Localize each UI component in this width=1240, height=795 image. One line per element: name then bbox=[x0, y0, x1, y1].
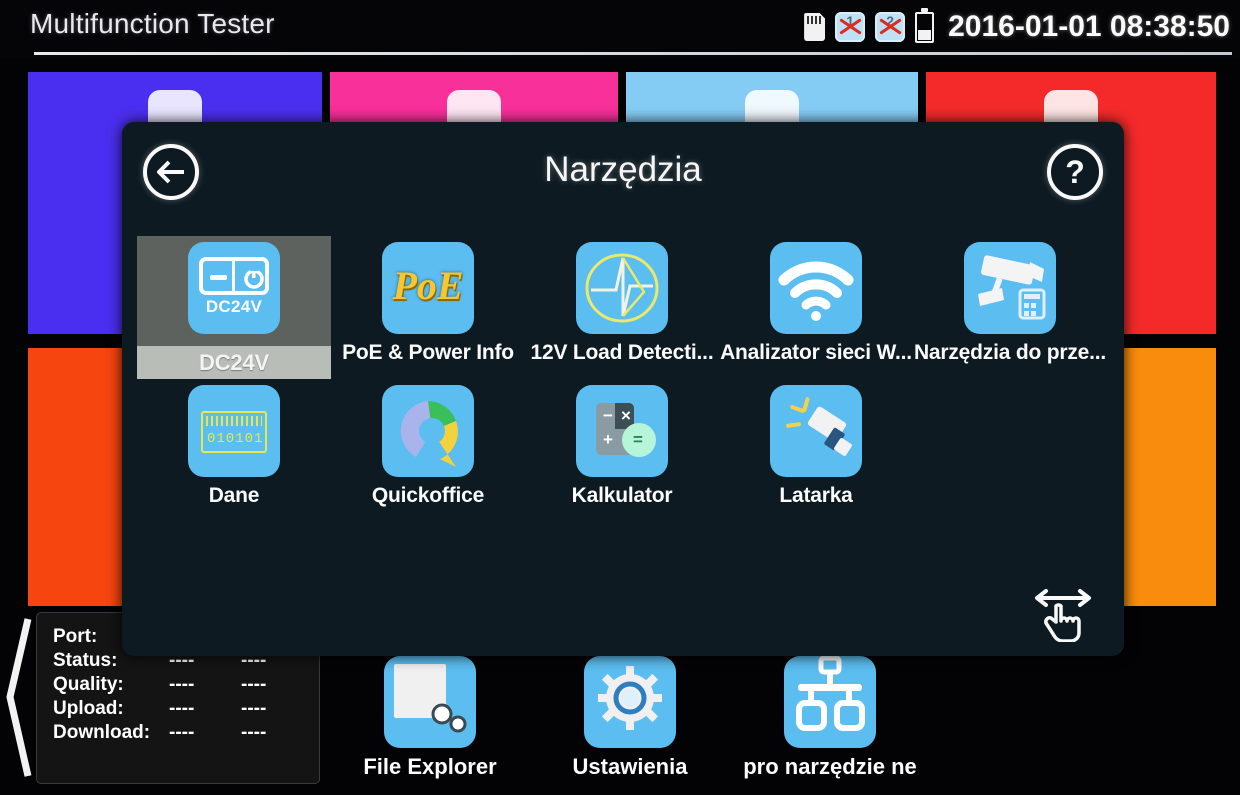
tool-item-12v-load-detection[interactable]: 12V Load Detecti... bbox=[525, 236, 719, 379]
info-row: Upload: ---- ---- bbox=[53, 697, 319, 721]
dc24v-power-icon: DC24V bbox=[188, 242, 280, 334]
load-detection-icon bbox=[576, 242, 668, 334]
tool-item-dane[interactable]: 010101 Dane bbox=[137, 379, 331, 522]
help-button[interactable]: ? bbox=[1047, 144, 1103, 200]
collapse-chevron-icon[interactable] bbox=[4, 615, 32, 780]
dc24v-icon-text: DC24V bbox=[205, 297, 263, 316]
info-value-1: ---- bbox=[169, 722, 195, 743]
quickoffice-icon bbox=[382, 385, 474, 477]
home-app-label: File Explorer bbox=[363, 754, 497, 779]
tool-item-label: PoE & Power Info bbox=[342, 341, 514, 364]
status-bar: Multifunction Tester 1 2 2016-01-01 08:3… bbox=[0, 0, 1240, 58]
poe-icon: PoE bbox=[382, 242, 474, 334]
tool-item-quickoffice[interactable]: Quickoffice bbox=[331, 379, 525, 522]
tool-item-label: Latarka bbox=[779, 484, 853, 507]
flashlight-icon bbox=[770, 385, 862, 477]
tool-item-poe-power-info[interactable]: PoE PoE & Power Info bbox=[331, 236, 525, 379]
tool-item-label: Analizator sieci W... bbox=[720, 341, 912, 364]
data-binary-icon: 010101 bbox=[188, 385, 280, 477]
info-value-2: ---- bbox=[241, 674, 267, 695]
question-mark-icon: ? bbox=[1065, 154, 1085, 190]
status-icon-group: 1 2 2016-01-01 08:38:50 bbox=[804, 4, 1232, 50]
data-icon-text: 010101 bbox=[207, 431, 264, 447]
info-value-1: ---- bbox=[169, 674, 195, 695]
tool-item-label: Narzędzia do prze... bbox=[913, 341, 1107, 364]
status-bar-divider bbox=[34, 52, 1232, 55]
tools-dialog: Narzędzia ? DC24V DC24V PoE PoE & Power … bbox=[122, 122, 1124, 656]
sd-card-icon bbox=[804, 13, 826, 41]
sim1-disabled-icon: 1 bbox=[835, 12, 866, 42]
info-label: Download: bbox=[53, 722, 151, 743]
tool-item-dc24v[interactable]: DC24V DC24V bbox=[137, 236, 331, 379]
wifi-icon bbox=[770, 242, 862, 334]
cctv-camera-icon bbox=[964, 242, 1056, 334]
poe-icon-text: PoE bbox=[392, 263, 464, 308]
tool-item-label: 12V Load Detecti... bbox=[530, 341, 714, 364]
swipe-horizontal-hand-icon bbox=[1035, 589, 1091, 642]
device-screen: K a M ja File Explorer bbox=[0, 0, 1240, 795]
folder-gear-icon bbox=[384, 656, 476, 748]
info-value-2: ---- bbox=[241, 698, 267, 719]
home-app-label: Ustawienia bbox=[572, 754, 688, 779]
info-label: Upload: bbox=[53, 698, 124, 719]
info-row: Download: ---- ---- bbox=[53, 721, 319, 745]
tool-item-flashlight[interactable]: Latarka bbox=[719, 379, 913, 522]
clock: 2016-01-01 08:38:50 bbox=[948, 10, 1230, 43]
home-app-file-explorer[interactable]: File Explorer bbox=[330, 650, 530, 795]
tool-item-calculator[interactable]: − × + = Kalkulator bbox=[525, 379, 719, 522]
tool-item-wifi-analyzer[interactable]: Analizator sieci W... bbox=[719, 236, 913, 379]
home-app-row: File Explorer Ustawienia pro narzędzie n… bbox=[330, 650, 930, 795]
tool-item-cctv-tools[interactable]: Narzędzia do prze... bbox=[913, 236, 1107, 379]
network-tree-icon bbox=[784, 655, 876, 748]
tool-item-label: Quickoffice bbox=[371, 484, 485, 507]
gear-icon bbox=[584, 656, 676, 748]
tools-grid: DC24V DC24V PoE PoE & Power Info 12V Loa… bbox=[137, 236, 1109, 522]
tool-item-label: DC24V bbox=[137, 346, 331, 379]
info-label: Quality: bbox=[53, 674, 124, 695]
home-app-label: pro narzędzie ne bbox=[743, 754, 917, 779]
info-row: Quality: ---- ---- bbox=[53, 673, 319, 697]
home-app-settings[interactable]: Ustawienia bbox=[530, 650, 730, 795]
calculator-icon: − × + = bbox=[576, 385, 668, 477]
battery-icon bbox=[915, 7, 935, 43]
info-value-1: ---- bbox=[169, 698, 195, 719]
app-title: Multifunction Tester bbox=[30, 8, 275, 39]
tool-item-label: Kalkulator bbox=[571, 484, 673, 507]
tool-item-label: Dane bbox=[208, 484, 260, 507]
dialog-title: Narzędzia bbox=[544, 150, 702, 189]
sim2-disabled-icon: 2 bbox=[875, 12, 906, 42]
home-app-network-tool[interactable]: pro narzędzie ne bbox=[730, 650, 930, 795]
info-value-2: ---- bbox=[241, 722, 267, 743]
